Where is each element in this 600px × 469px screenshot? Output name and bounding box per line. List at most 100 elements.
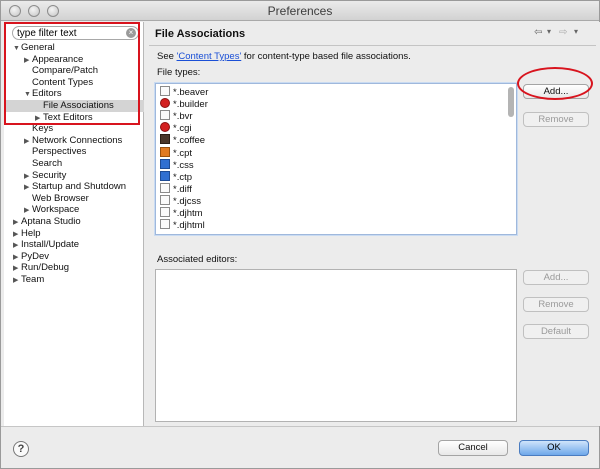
default-editor-button[interactable]: Default [523, 324, 589, 339]
note-suffix: for content-type based file associations… [241, 51, 411, 62]
file-type-row[interactable]: *.djhtm [160, 207, 203, 219]
tree-item-file-associations[interactable]: File Associations [35, 100, 114, 112]
document-icon [160, 110, 170, 121]
file-types-label: File types: [157, 67, 201, 78]
php-icon [160, 170, 170, 181]
file-type-row[interactable]: *.djhtml [160, 219, 205, 231]
document-icon [160, 86, 170, 96]
back-menu-icon[interactable]: ▾ [547, 27, 551, 36]
file-type-row[interactable]: *.djcss [160, 194, 201, 207]
file-type-name: *.cgi [173, 123, 192, 135]
forward-arrow-icon[interactable]: ⇨ [559, 27, 567, 38]
tree-item-label: Content Types [32, 76, 94, 88]
file-type-row[interactable]: *.beaver [160, 86, 208, 98]
file-type-row[interactable]: *.coffee [160, 134, 205, 146]
page-title: File Associations [155, 28, 246, 40]
file-type-row[interactable]: *.cpt [160, 146, 193, 159]
file-type-row[interactable]: *.cgi [160, 122, 191, 134]
file-type-row[interactable]: *.ctp [160, 170, 193, 183]
tree-item-aptana-studio[interactable]: ▶ Aptana Studio [13, 216, 81, 228]
tree-item-team[interactable]: ▶ Team [13, 274, 44, 286]
tree-item-compare-patch[interactable]: Compare/Patch [24, 65, 98, 77]
tree-item-label: Network Connections [32, 134, 123, 146]
tree-item-content-types[interactable]: Content Types [24, 77, 93, 89]
tree-item-text-editors[interactable]: ▶ Text Editors [35, 112, 93, 124]
tree-item-search[interactable]: Search [24, 158, 62, 170]
tree-item-label: PyDev [21, 250, 49, 262]
content-types-note: See 'Content Types' for content-type bas… [157, 51, 411, 62]
file-type-name: *.ctp [173, 171, 193, 183]
tree-item-appearance[interactable]: ▶ Appearance [24, 54, 83, 66]
file-type-name: *.cpt [173, 147, 193, 159]
tree-item-label: Aptana Studio [21, 216, 81, 227]
ok-button[interactable]: OK [519, 440, 589, 456]
remove-editor-button[interactable]: Remove [523, 297, 589, 312]
tree-item-label: Appearance [32, 53, 84, 65]
forward-menu-icon[interactable]: ▾ [574, 27, 578, 36]
tree-item-label: Editors [32, 88, 62, 100]
scrollbar-thumb[interactable] [508, 87, 514, 117]
tree-item-help[interactable]: ▶ Help [13, 228, 41, 240]
associated-editors-label: Associated editors: [157, 254, 238, 265]
tree-item-network-connections[interactable]: ▶ Network Connections [24, 135, 122, 147]
preference-page: File Associations ⇦ ▾ ⇨ ▾ See 'Content T… [145, 22, 600, 426]
image-icon [160, 146, 170, 157]
document-icon [160, 207, 170, 217]
document-icon [160, 219, 170, 230]
preferences-sidebar: × ▼General▶AppearanceCompare/PatchConten… [4, 22, 144, 426]
file-types-list[interactable]: *.beaver *.builder *.bvr *.cgi *.coffee *.cpt… [155, 83, 517, 235]
tree-item-label: General [21, 42, 55, 53]
file-type-name: *.bvr [173, 111, 193, 123]
tree-item-label: Search [32, 158, 63, 169]
preferences-window: Preferences × ▼General▶AppearanceCompare… [0, 0, 600, 469]
tree-item-startup-and-shutdown[interactable]: ▶ Startup and Shutdown [24, 181, 126, 193]
associated-editors-list[interactable] [155, 269, 517, 422]
title-bar: Preferences [1, 1, 599, 21]
tree-item-pydev[interactable]: ▶ PyDev [13, 251, 49, 263]
expanded-triangle-icon[interactable]: ▼ [13, 43, 21, 55]
tree-item-label: Security [32, 169, 67, 181]
tree-item-label: Team [21, 274, 45, 285]
remove-file-type-button[interactable]: Remove [523, 112, 589, 127]
tree-item-label: Run/Debug [21, 262, 70, 274]
help-icon[interactable]: ? [13, 441, 29, 457]
content-types-link[interactable]: 'Content Types' [177, 51, 242, 62]
collapsed-triangle-icon[interactable]: ▶ [13, 275, 21, 287]
cancel-button[interactable]: Cancel [438, 440, 508, 456]
file-type-name: *.djhtm [173, 208, 203, 219]
tree-item-perspectives[interactable]: Perspectives [24, 146, 86, 158]
file-type-name: *.css [173, 159, 194, 171]
document-icon [160, 182, 170, 193]
file-type-name: *.coffee [173, 135, 206, 147]
file-type-row[interactable]: *.css [160, 158, 194, 171]
tree-item-label: File Associations [43, 100, 114, 111]
header-divider [149, 45, 596, 46]
tree-item-label: Workspace [32, 204, 80, 216]
file-type-row[interactable]: *.diff [160, 182, 192, 195]
filter-field[interactable]: × [12, 26, 139, 40]
note-prefix: See [157, 51, 177, 62]
file-type-name: *.beaver [173, 87, 209, 98]
add-editor-button[interactable]: Add... [523, 270, 589, 285]
back-arrow-icon[interactable]: ⇦ [534, 27, 542, 38]
tree-item-workspace[interactable]: ▶ Workspace [24, 204, 79, 216]
tree-item-security[interactable]: ▶ Security [24, 170, 66, 182]
tree-item-run-debug[interactable]: ▶ Run/Debug [13, 262, 69, 274]
tree-item-label: Help [21, 227, 41, 239]
file-type-row[interactable]: *.builder [160, 98, 208, 110]
tree-item-install-update[interactable]: ▶ Install/Update [13, 239, 79, 251]
file-type-name: *.djcss [173, 195, 201, 207]
tree-item-editors[interactable]: ▼Editors [24, 88, 62, 100]
tree-item-keys[interactable]: Keys [24, 123, 53, 135]
file-type-row[interactable]: *.bvr [160, 110, 193, 122]
tree-item-label: Web Browser [32, 192, 89, 204]
css-icon [160, 158, 170, 169]
clear-filter-icon[interactable]: × [126, 28, 136, 38]
add-file-type-button[interactable]: Add... [523, 84, 589, 99]
document-icon [160, 194, 170, 205]
tree-item-web-browser[interactable]: Web Browser [24, 193, 89, 205]
ruby-icon [160, 98, 170, 109]
tree-item-general[interactable]: ▼General [13, 42, 55, 54]
filter-input[interactable] [17, 27, 121, 39]
tree-item-label: Perspectives [32, 146, 87, 158]
